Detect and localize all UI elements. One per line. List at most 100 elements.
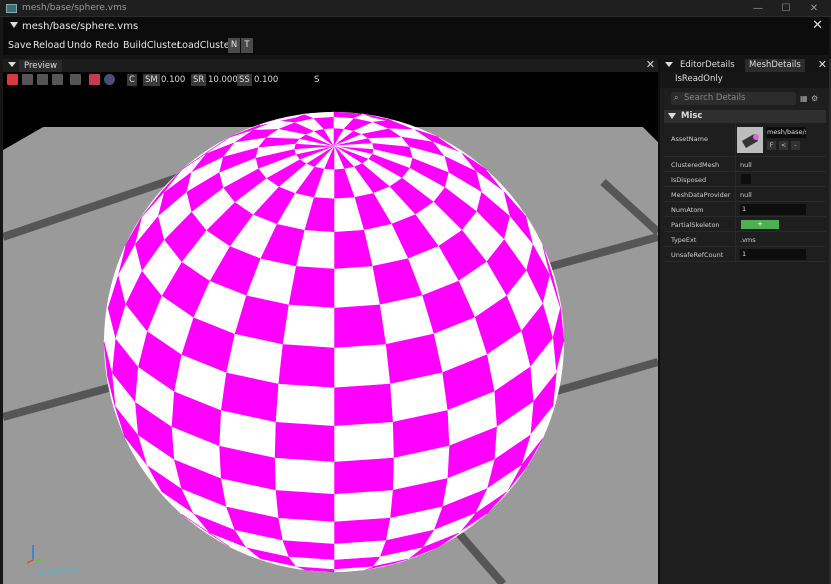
readonly-label: IsReadOnly (675, 74, 723, 84)
settings-icon[interactable]: ⚙ (811, 94, 818, 103)
collapse-arrow-icon[interactable] (668, 113, 676, 119)
checker-sphere (103, 111, 565, 573)
collapse-arrow-icon[interactable] (8, 62, 16, 67)
window-title: mesh/base/sphere.vms (22, 3, 127, 13)
globe-icon[interactable] (104, 74, 115, 85)
section-title: Misc (681, 111, 703, 121)
sphere-facet (275, 490, 335, 523)
panel-title: mesh/base/sphere.vms (22, 21, 139, 32)
sphere-facet (277, 517, 335, 545)
editor-panel: mesh/base/sphere.vms ✕ Save Reload Undo … (3, 17, 831, 584)
app-icon (6, 4, 17, 13)
prop-partial-skeleton: PartialSkeleton + (664, 217, 826, 232)
grid-view-icon[interactable]: ▦ (800, 94, 808, 103)
scene-canvas[interactable] (3, 72, 658, 584)
prop-key: PartialSkeleton (671, 221, 720, 229)
collapse-arrow-icon[interactable] (10, 22, 18, 28)
readonly-row: IsReadOnly (660, 72, 829, 88)
sm-value[interactable]: 0.100 (161, 74, 185, 86)
sm-label: SM (143, 74, 160, 86)
collapse-arrow-icon[interactable] (665, 62, 673, 67)
prop-key: ClusteredMesh (671, 161, 720, 169)
section-misc[interactable]: Misc (664, 110, 826, 123)
undo-button[interactable]: Undo (67, 40, 92, 51)
ss-value[interactable]: 0.100 (254, 74, 278, 86)
reload-button[interactable]: Reload (33, 40, 65, 51)
prop-key: TypeExt (671, 236, 697, 244)
n-toggle[interactable]: N (228, 38, 240, 53)
sphere-facet (333, 344, 391, 389)
s-toggle[interactable]: S (314, 74, 319, 86)
details-close-button[interactable]: ✕ (818, 58, 827, 71)
asset-thumbnail[interactable] (737, 127, 763, 153)
prop-key: UnsafeRefCount (671, 251, 724, 259)
details-panel: EditorDetails MeshDetails ✕ IsReadOnly ⌕… (660, 58, 829, 584)
preview-close-button[interactable]: ✕ (646, 58, 655, 71)
num-atom-field[interactable]: 1 (740, 204, 806, 215)
load-cluster-button[interactable]: LoadCluster (177, 40, 234, 51)
sphere-facet (333, 490, 393, 523)
sphere-facet (333, 517, 391, 545)
prop-num-atom: NumAtom 1 (664, 202, 826, 217)
move-tool-icon[interactable] (22, 74, 33, 85)
panel-close-button[interactable]: ✕ (812, 18, 823, 33)
add-skeleton-button[interactable]: + (741, 220, 779, 229)
sr-value[interactable]: 10.000 (208, 74, 238, 86)
ss-label: SS (237, 74, 252, 86)
search-input[interactable]: ⌕ Search Details (671, 92, 796, 105)
sphere-facet (275, 383, 335, 427)
details-tab-bar: EditorDetails MeshDetails ✕ (660, 58, 829, 72)
prop-key: MeshDataProvider (671, 191, 731, 199)
axis-gizmo (26, 545, 43, 564)
sphere-facet (333, 266, 380, 309)
clear-asset-button[interactable]: - (791, 141, 800, 150)
build-cluster-button[interactable]: BuildCluster (123, 40, 181, 51)
is-disposed-checkbox[interactable] (741, 174, 751, 184)
asset-path-field[interactable]: mesh/base/sphere.vms (766, 127, 806, 138)
tab-mesh-details[interactable]: MeshDetails (745, 59, 805, 72)
scale-tool-icon[interactable] (52, 74, 63, 85)
search-placeholder: Search Details (684, 93, 746, 103)
close-window-button[interactable]: ✕ (804, 1, 824, 16)
prop-key: AssetName (671, 135, 708, 143)
sphere-facet (282, 304, 335, 349)
tab-preview[interactable]: Preview (19, 60, 63, 72)
minimize-button[interactable]: — (748, 1, 768, 16)
preview-viewport[interactable]: C SM 0.100 SR 10.000 SS 0.100 S fps=63.6… (3, 72, 658, 584)
tab-editor-details[interactable]: EditorDetails (676, 59, 739, 72)
unsafe-ref-count-field[interactable]: 1 (740, 249, 806, 260)
maximize-button[interactable]: ☐ (776, 1, 796, 16)
use-asset-button[interactable]: < (779, 141, 788, 150)
t-toggle[interactable]: T (241, 38, 253, 53)
panel-header: mesh/base/sphere.vms ✕ (3, 17, 829, 37)
search-icon: ⌕ (674, 93, 679, 102)
prop-clustered-mesh: ClusteredMesh null (664, 157, 826, 172)
prop-unsafe-ref-count: UnsafeRefCount 1 (664, 247, 826, 262)
select-tool-icon[interactable] (7, 74, 18, 85)
menu-bar: Save Reload Undo Redo BuildCluster LoadC… (3, 37, 829, 55)
prop-type-ext: TypeExt .vms (664, 232, 826, 247)
preview-tab-bar: Preview ✕ (3, 58, 658, 72)
sphere-facet (333, 457, 394, 495)
sphere-facet (274, 457, 335, 495)
prop-value: null (740, 191, 752, 199)
viewport-toolbar: C SM 0.100 SR 10.000 SS 0.100 S (3, 72, 658, 88)
prop-is-disposed: IsDisposed (664, 172, 826, 187)
c-toggle[interactable]: C (127, 74, 137, 86)
rotate-tool-icon[interactable] (37, 74, 48, 85)
sphere-facet (277, 344, 335, 389)
find-asset-button[interactable]: F (767, 141, 776, 150)
app-window: mesh/base/sphere.vms — ☐ ✕ mesh/base/sph… (0, 0, 831, 584)
sphere-facet (274, 421, 335, 463)
prop-value: null (740, 161, 752, 169)
axis-tool-icon[interactable] (89, 74, 100, 85)
prop-value: .vms (740, 236, 756, 244)
snap-tool-icon[interactable] (70, 74, 81, 85)
fps-counter: fps=63.62 (37, 567, 79, 576)
sphere-facet (333, 304, 386, 349)
prop-key: NumAtom (671, 206, 704, 214)
save-button[interactable]: Save (8, 40, 31, 51)
redo-button[interactable]: Redo (95, 40, 119, 51)
sr-label: SR (191, 74, 207, 86)
prop-mesh-data-provider: MeshDataProvider null (664, 187, 826, 202)
